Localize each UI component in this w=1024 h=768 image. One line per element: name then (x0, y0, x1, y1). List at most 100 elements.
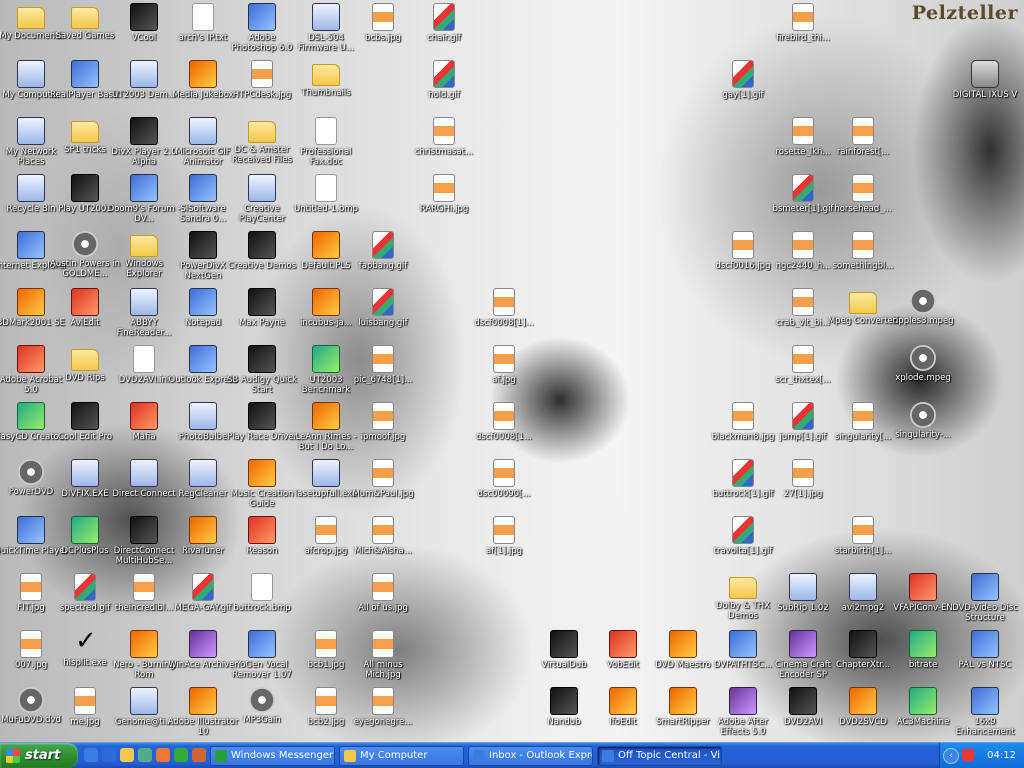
desktop-icon-dsc00090[interactable]: dsc00090[... (467, 459, 541, 499)
desktop-icon-thumbnails[interactable]: Thumbnails (289, 60, 363, 98)
desktop-icon-rarghi-jpg[interactable]: RARGHi.jpg (407, 174, 481, 214)
desktop-icon-label: chair.gif (427, 33, 461, 43)
desktop-icon-professional-fax-doc[interactable]: Professional Fax.doc (289, 117, 363, 167)
media-icon (18, 459, 44, 485)
messenger-icon[interactable] (174, 748, 188, 762)
jpg-icon (372, 402, 394, 430)
desktop-icon-gay-1-gif[interactable]: gay[1].gif (706, 60, 780, 100)
desktop-icon-dc-amster-received-files[interactable]: DC & Amster Received Files (225, 117, 299, 165)
window-icon (215, 750, 227, 762)
desktop-icon-creative-demos[interactable]: Creative Demos (225, 231, 299, 271)
taskbar-button-label: Off Topic Central - Vi... (618, 750, 722, 761)
desktop-icon-ipmoof-jpg[interactable]: ipmoof.jpg (346, 402, 420, 442)
gif-icon (433, 3, 455, 31)
desktop-icon-mich-aisha[interactable]: Mich&Aisha... (346, 516, 420, 556)
folder-icon[interactable] (120, 748, 134, 762)
jpg-icon (315, 630, 337, 658)
media-icon[interactable] (138, 748, 152, 762)
desktop-icon-label: DC & Amster Received Files (231, 145, 293, 165)
desktop-icon-af-jpg[interactable]: af.jpg (467, 345, 541, 385)
desktop-icon-luisbang-gif[interactable]: luisbang.gif (346, 288, 420, 328)
clock[interactable]: 04:12 (987, 743, 1016, 768)
desktop-icon-dvd-video-disc-structure[interactable]: DVD-Video Disc Structure (948, 573, 1022, 623)
desktop-icon-play-race-driver[interactable]: Play Race Driver (225, 402, 299, 442)
desktop-icon-scr-thxtex[interactable]: scr_thxtex[... (766, 345, 840, 385)
desktop-icon-dscf0008-1[interactable]: dscf0008[1... (467, 402, 541, 442)
desktop-icon-music-creation-guide[interactable]: Music Creation Guide (225, 459, 299, 509)
jpg-icon (792, 3, 814, 31)
show-hidden-icons-button[interactable]: ‹ (943, 748, 959, 764)
desktop[interactable]: Pelzteller My Documents Saved Games VCool a… (0, 0, 1024, 742)
desktop-icon-eyegonegre[interactable]: eyegonegre... (346, 687, 420, 727)
ie-icon[interactable] (102, 748, 116, 762)
desktop-icon-label: Thumbnails (301, 88, 351, 98)
orange-icon (189, 516, 217, 544)
desktop-icon-ripples3-mpeg[interactable]: ripples3.mpeg (886, 288, 960, 326)
desktop-icon-creative-playcenter[interactable]: Creative PlayCenter (225, 174, 299, 224)
desktop-icon-fapbang-gif[interactable]: fapbang.gif (346, 231, 420, 271)
desktop-icon-htpcdesk-jpg[interactable]: HTPCdesk.jpg (225, 60, 299, 100)
taskbar-button[interactable]: Windows Messenger (210, 746, 335, 766)
green-icon (909, 630, 937, 658)
desktop-icon-mp3gain[interactable]: MP3Gain (225, 687, 299, 725)
desktop-icon-untitled-1-bmp[interactable]: Untitled-1.bmp (289, 174, 363, 214)
desktop-icon-label: eyegonegre... (353, 717, 413, 727)
taskbar-button-label: My Computer (360, 750, 428, 761)
app-icon (189, 345, 217, 373)
desktop-icon-label: Max Payne (239, 318, 285, 328)
jpg-icon (20, 573, 42, 601)
desktop-icon-xplode-mpeg[interactable]: xplode.mpeg (886, 345, 960, 383)
desktop-icon-pal-vs-ntsc[interactable]: PAL vs NTSC (948, 630, 1022, 670)
desktop-icon-dscf0008-1[interactable]: dscf0008[1]... (467, 288, 541, 328)
desktop-icon-digital-ixus-v[interactable]: DIGITAL IXUS V (948, 60, 1022, 100)
app-icon (971, 630, 999, 658)
desktop-icon-christmasat[interactable]: christmasat... (407, 117, 481, 157)
desktop-icon-sb-audigy-quick-start[interactable]: SB Audigy Quick Start (225, 345, 299, 395)
exe-icon (189, 459, 217, 487)
exe-icon (17, 117, 45, 145)
desktop-icon-rainforest[interactable]: rainforest[... (826, 117, 900, 157)
desktop-icon-all-of-us-jpg[interactable]: All of us.jpg (346, 573, 420, 613)
desktop-icon-27-1-jpg[interactable]: 27[1].jpg (766, 459, 840, 499)
exe-icon (789, 573, 817, 601)
desktop-icon-label: Creative PlayCenter (238, 204, 286, 224)
taskbar-button[interactable]: Off Topic Central - Vi... (597, 746, 722, 766)
media-icon (910, 402, 936, 428)
jukebox-icon[interactable] (192, 748, 206, 762)
winamp-icon[interactable] (156, 748, 170, 762)
outlook-icon[interactable] (84, 748, 98, 762)
folder-icon (248, 121, 276, 143)
tray-app-icon[interactable] (962, 749, 974, 761)
desktop-icon-all-minus-mich-jpg[interactable]: All minus Mich.jpg (346, 630, 420, 680)
start-button[interactable]: start (0, 743, 78, 768)
check-icon (72, 626, 98, 656)
desktop-icon-hold-gif[interactable]: hold.gif (407, 60, 481, 100)
dark-icon (550, 687, 578, 715)
red-icon (909, 573, 937, 601)
desktop-icon-firebird-thi[interactable]: firebird_thi... (766, 3, 840, 43)
desktop-icon-label: dsc00090[... (477, 489, 531, 499)
desktop-icon-chair-gif[interactable]: chair.gif (407, 3, 481, 43)
desktop-icon-adobe-photoshop-6-0[interactable]: Adobe Photoshop 6.0 (225, 3, 299, 53)
exe-icon (849, 573, 877, 601)
file-icon (251, 573, 273, 601)
desktop-icon-travolta-1-gif[interactable]: travolta[1].gif (706, 516, 780, 556)
desktop-icon-16x9-enhancement[interactable]: 16x9 Enhancement (948, 687, 1022, 737)
desktop-icon-starbirth-1[interactable]: starbirth[1]... (826, 516, 900, 556)
desktop-icon-singularity[interactable]: singularity-... (886, 402, 960, 440)
desktop-icon-somethingbl[interactable]: somethingbl... (826, 231, 900, 271)
desktop-icon-af-1-jpg[interactable]: af[1].jpg (467, 516, 541, 556)
desktop-icon-yogen-vocal-remover-1-07[interactable]: YoGen Vocal Remover 1.07 (225, 630, 299, 680)
desktop-icon-label: ipmoof.jpg (360, 432, 406, 442)
desktop-icon-buttrock-bmp[interactable]: buttrock.bmp (225, 573, 299, 613)
purple-icon (189, 630, 217, 658)
desktop-icon-mum-paul-jpg[interactable]: Mum&Paul.jpg (346, 459, 420, 499)
gif-icon (792, 402, 814, 430)
taskbar-button[interactable]: My Computer (339, 746, 464, 766)
desktop-icon-pic-6748-1[interactable]: pic_6748[1]... (346, 345, 420, 385)
desktop-icon-label: xplode.mpeg (895, 373, 951, 383)
desktop-icon-max-payne[interactable]: Max Payne (225, 288, 299, 328)
desktop-icon-horsehead[interactable]: horsehead_... (826, 174, 900, 214)
desktop-icon-reason[interactable]: Reason (225, 516, 299, 556)
taskbar-button[interactable]: Inbox - Outlook Express (468, 746, 593, 766)
